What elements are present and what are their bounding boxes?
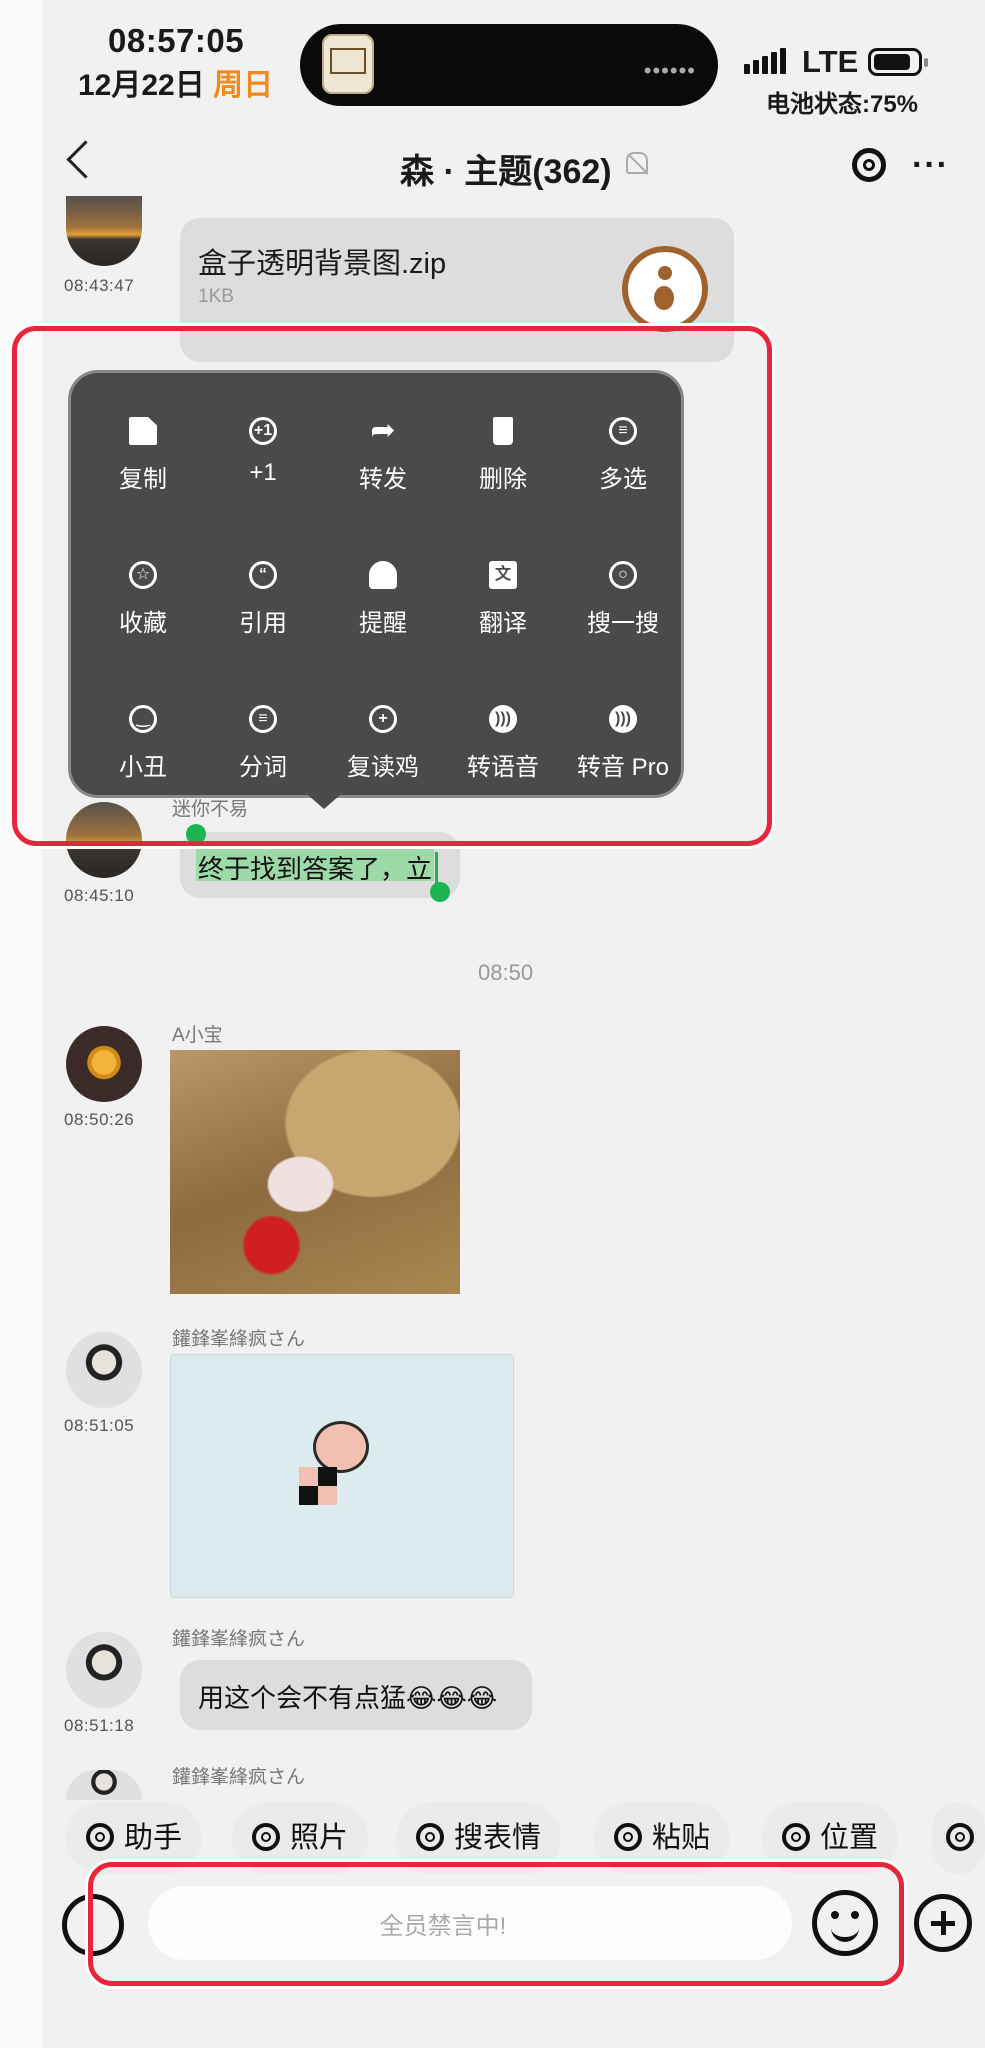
message-time: 08:51:05: [64, 1416, 135, 1435]
message-time: 08:43:47: [64, 276, 135, 295]
file-name: 盒子透明背景图.zip: [198, 248, 447, 280]
highlight-popup-box: [12, 326, 772, 846]
chip-label: 位置: [820, 1822, 879, 1854]
avatar[interactable]: [66, 196, 142, 266]
network-type: LTE: [802, 44, 859, 79]
left-edge: [0, 0, 42, 2048]
more-chip-icon: [946, 1823, 974, 1851]
gourd-app-icon: [622, 246, 708, 332]
paste-icon: [614, 1823, 642, 1851]
avatar[interactable]: [66, 1632, 142, 1708]
back-icon[interactable]: [66, 140, 105, 179]
battery-icon: [868, 48, 928, 76]
sender-name: 鑵鋒峯綘疯さん: [172, 1767, 306, 1788]
selection-end-handle[interactable]: [430, 882, 450, 902]
highlight-input-box: [88, 1862, 904, 1986]
mosaic-icon: [299, 1467, 337, 1505]
chat-title[interactable]: 森 · 主题(362): [400, 144, 612, 193]
file-size: 1KB: [198, 286, 234, 307]
sticker-message[interactable]: [170, 1354, 514, 1598]
location-icon: [782, 1823, 810, 1851]
message-time: 08:45:10: [64, 886, 135, 905]
date-separator: 08:50: [478, 960, 534, 985]
pig-sticker-icon: [313, 1421, 369, 1473]
search-icon: [416, 1823, 444, 1851]
plus-icon[interactable]: [914, 1894, 972, 1952]
sender-name: 鑵鋒峯綘疯さん: [172, 1329, 306, 1350]
sender-name: 鑵鋒峯綘疯さん: [172, 1629, 306, 1650]
date-text: 12月22日: [78, 69, 205, 102]
chip-label: 搜表情: [454, 1822, 542, 1854]
now-playing-thumbnail: [322, 34, 374, 94]
battery-status: 电池状态:75%: [766, 91, 919, 118]
selected-text[interactable]: 终于找到答案了，立: [196, 849, 435, 884]
mute-bell-icon: [626, 152, 648, 174]
avatar[interactable]: [66, 1026, 142, 1102]
chip-label: 粘贴: [652, 1822, 711, 1854]
chip-more[interactable]: [932, 1802, 985, 1874]
status-time: 08:57:05: [108, 22, 245, 59]
chip-label: 照片: [290, 1822, 349, 1854]
weekday-text: 周日: [213, 69, 274, 102]
status-date: 12月22日 周日: [78, 60, 273, 104]
chat-screen: 08:57:05 12月22日 周日 •••••• LTE 电池状态:75% 森…: [0, 0, 985, 2048]
photo-message[interactable]: [170, 1050, 460, 1294]
sender-name: A小宝: [172, 1025, 223, 1046]
message-time: 08:51:18: [64, 1716, 135, 1735]
chip-label: 助手: [124, 1822, 183, 1854]
avatar[interactable]: [66, 1332, 142, 1408]
avatar[interactable]: [66, 1770, 142, 1800]
photo-icon: [252, 1823, 280, 1851]
island-dots-icon: ••••••: [643, 58, 696, 83]
signal-icon: [744, 48, 789, 74]
dynamic-island[interactable]: ••••••: [300, 24, 718, 106]
message-time: 08:50:26: [64, 1110, 135, 1129]
assistant-icon: [86, 1823, 114, 1851]
mention-icon[interactable]: [852, 148, 886, 182]
message-text[interactable]: 用这个会不有点猛😂😂😂: [198, 1678, 497, 1715]
more-icon[interactable]: ···: [912, 146, 949, 185]
